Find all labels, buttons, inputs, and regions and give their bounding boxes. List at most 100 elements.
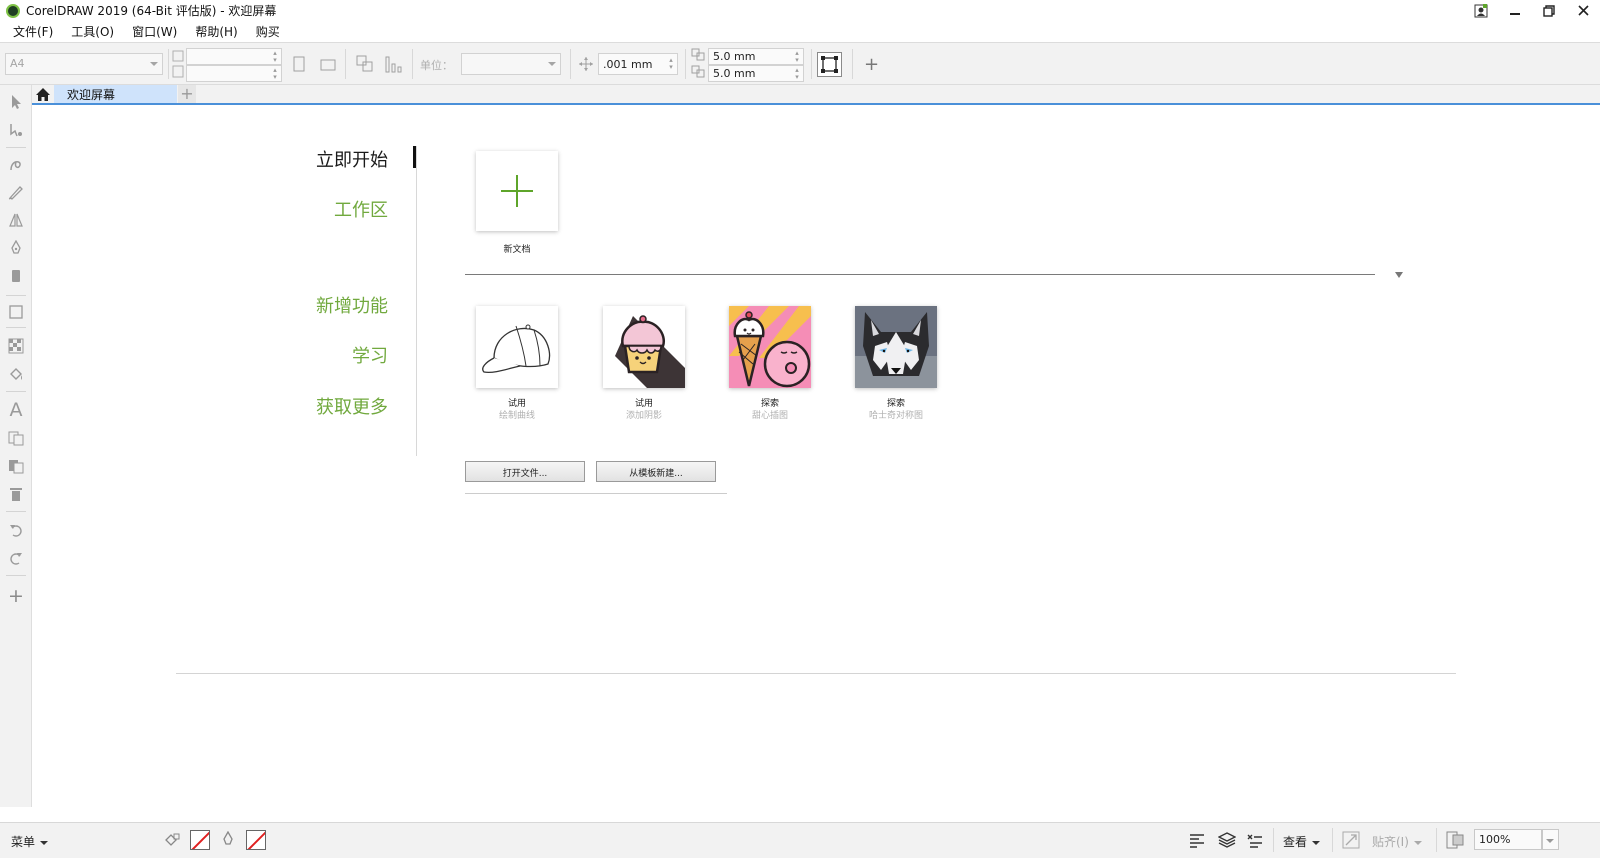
redo-icon[interactable] xyxy=(5,547,27,569)
tab-welcome-screen[interactable]: 欢迎屏幕 xyxy=(54,85,177,103)
add-tool-icon[interactable]: + xyxy=(5,585,27,607)
new-document-label: 新文档 xyxy=(503,245,531,255)
menu-help[interactable]: 帮助(H) xyxy=(186,23,246,40)
snap-dropdown[interactable]: 贴齐(I) xyxy=(1372,833,1422,850)
current-page-icon[interactable] xyxy=(385,55,403,77)
restore-button[interactable] xyxy=(1532,0,1566,21)
outline-color-swatch[interactable] xyxy=(246,830,266,850)
ice-cream-donut-thumbnail[interactable] xyxy=(729,306,811,388)
nudge-value: .001 mm xyxy=(603,58,653,71)
portrait-icon[interactable] xyxy=(293,56,305,76)
eraser-tool-icon[interactable] xyxy=(5,265,27,287)
chevron-down-icon xyxy=(1546,839,1554,843)
page-view-icon[interactable] xyxy=(1446,831,1464,853)
snap-icon[interactable] xyxy=(1342,831,1360,853)
chevron-down-icon xyxy=(40,840,49,845)
new-document-card[interactable] xyxy=(476,151,558,231)
duplicate-y-field[interactable]: 5.0 mm ▴ ▾ xyxy=(708,65,804,82)
page-size-select[interactable]: A4 xyxy=(5,53,163,75)
fill-color-swatch[interactable] xyxy=(190,830,210,850)
freehand-tool-icon[interactable] xyxy=(5,153,27,175)
husky-thumbnail[interactable] xyxy=(855,306,937,388)
user-account-icon[interactable] xyxy=(1464,0,1498,21)
toolbox: A + xyxy=(0,85,32,807)
document-tab-bar: 欢迎屏幕 + xyxy=(32,85,1600,105)
object-properties-icon[interactable] xyxy=(1189,832,1205,852)
chevron-down-icon[interactable] xyxy=(1395,272,1403,278)
duplicate-y-value: 5.0 mm xyxy=(713,67,756,80)
cupcake-thumbnail[interactable] xyxy=(603,306,685,388)
nav-workspace[interactable]: 工作区 xyxy=(334,196,388,222)
baseball-cap-thumbnail[interactable] xyxy=(476,306,558,388)
add-toolbar-item-icon[interactable]: + xyxy=(864,54,879,75)
new-from-template-button[interactable]: 从模板新建... xyxy=(596,461,716,482)
buttons-divider xyxy=(465,493,727,494)
nav-get-more[interactable]: 获取更多 xyxy=(316,393,388,419)
paste-tool-icon[interactable] xyxy=(5,455,27,477)
recent-divider xyxy=(465,274,1375,275)
text-tool-icon[interactable]: A xyxy=(5,399,27,421)
husky-icon xyxy=(855,306,937,388)
all-pages-icon[interactable] xyxy=(356,55,374,77)
chevron-down-icon xyxy=(150,62,158,66)
home-icon xyxy=(36,87,50,101)
spinner-arrows-icon: ▴ ▾ xyxy=(273,66,277,81)
nav-whats-new[interactable]: 新增功能 xyxy=(316,292,388,318)
duplicate-x-field[interactable]: 5.0 mm ▴ ▾ xyxy=(708,48,804,65)
new-tab-button[interactable]: + xyxy=(178,85,196,103)
layers-icon[interactable] xyxy=(1217,831,1237,853)
shape-tool-icon[interactable] xyxy=(5,119,27,141)
spinner-arrows-icon: ▴ ▾ xyxy=(273,49,277,64)
home-tab[interactable] xyxy=(32,85,54,103)
fill-indicator-icon xyxy=(164,832,180,852)
menu-window[interactable]: 窗口(W) xyxy=(123,23,186,40)
delete-tool-icon[interactable] xyxy=(5,483,27,505)
nudge-icon xyxy=(578,56,594,76)
page-height-field[interactable]: ▴ ▾ xyxy=(186,65,282,82)
zoom-level-field[interactable]: 100% xyxy=(1474,829,1542,850)
close-button[interactable] xyxy=(1566,0,1600,21)
nav-get-started[interactable]: 立即开始 xyxy=(316,146,388,172)
nav-learn[interactable]: 学习 xyxy=(352,342,388,368)
artistic-media-tool-icon[interactable] xyxy=(5,181,27,203)
outline-pen-icon xyxy=(222,830,234,851)
title-bar: CorelDRAW 2019 (64-Bit 评估版) - 欢迎屏幕 xyxy=(0,0,1600,21)
view-label: 查看 xyxy=(1283,835,1308,849)
property-bar: A4 ▴ ▾ ▴ ▾ 单位： .001 mm ▴ ▾ 5.0 mm ▴ ▾ 5.… xyxy=(0,42,1600,85)
menu-buy[interactable]: 购买 xyxy=(247,23,289,40)
page-width-field[interactable]: ▴ ▾ xyxy=(186,48,282,65)
undo-icon[interactable] xyxy=(5,519,27,541)
units-label: 单位： xyxy=(420,59,453,72)
treat-as-filled-button[interactable] xyxy=(817,52,842,77)
item-2-sub: 添加阴影 xyxy=(625,411,662,421)
object-manager-icon[interactable] xyxy=(1246,831,1264,853)
spinner-arrows-icon: ▴ ▾ xyxy=(795,49,799,64)
bounding-box-icon xyxy=(821,56,838,73)
chevron-down-icon xyxy=(1312,840,1321,845)
nudge-distance-field[interactable]: .001 mm ▴ ▾ xyxy=(598,53,678,75)
rectangle-tool-icon[interactable] xyxy=(5,301,27,323)
landscape-icon[interactable] xyxy=(320,59,336,75)
table-tool-icon[interactable] xyxy=(5,427,27,449)
item-3-sub: 甜心插图 xyxy=(751,411,788,421)
menu-file[interactable]: 文件(F) xyxy=(4,23,62,40)
pick-tool-icon[interactable] xyxy=(5,91,27,113)
transparency-tool-icon[interactable] xyxy=(5,335,27,357)
menu-tools[interactable]: 工具(O) xyxy=(62,23,123,40)
duplicate-x-value: 5.0 mm xyxy=(713,50,756,63)
units-select[interactable] xyxy=(461,53,561,75)
zoom-value: 100% xyxy=(1479,833,1511,846)
minimize-button[interactable] xyxy=(1498,0,1532,21)
pen-tool-icon[interactable] xyxy=(5,237,27,259)
zoom-dropdown[interactable] xyxy=(1542,829,1559,850)
duplicate-distance-icon xyxy=(691,47,707,85)
menu-dropdown[interactable]: 菜单 xyxy=(11,833,49,850)
dimension-tool-icon[interactable] xyxy=(5,209,27,231)
fill-tool-icon[interactable] xyxy=(5,363,27,385)
view-dropdown[interactable]: 查看 xyxy=(1283,833,1321,850)
window-controls xyxy=(1464,0,1600,21)
open-file-button[interactable]: 打开文件... xyxy=(465,461,585,482)
item-4-sub: 哈士奇对称图 xyxy=(868,411,923,421)
nav-divider xyxy=(416,146,417,456)
coreldraw-logo-icon xyxy=(6,3,20,18)
